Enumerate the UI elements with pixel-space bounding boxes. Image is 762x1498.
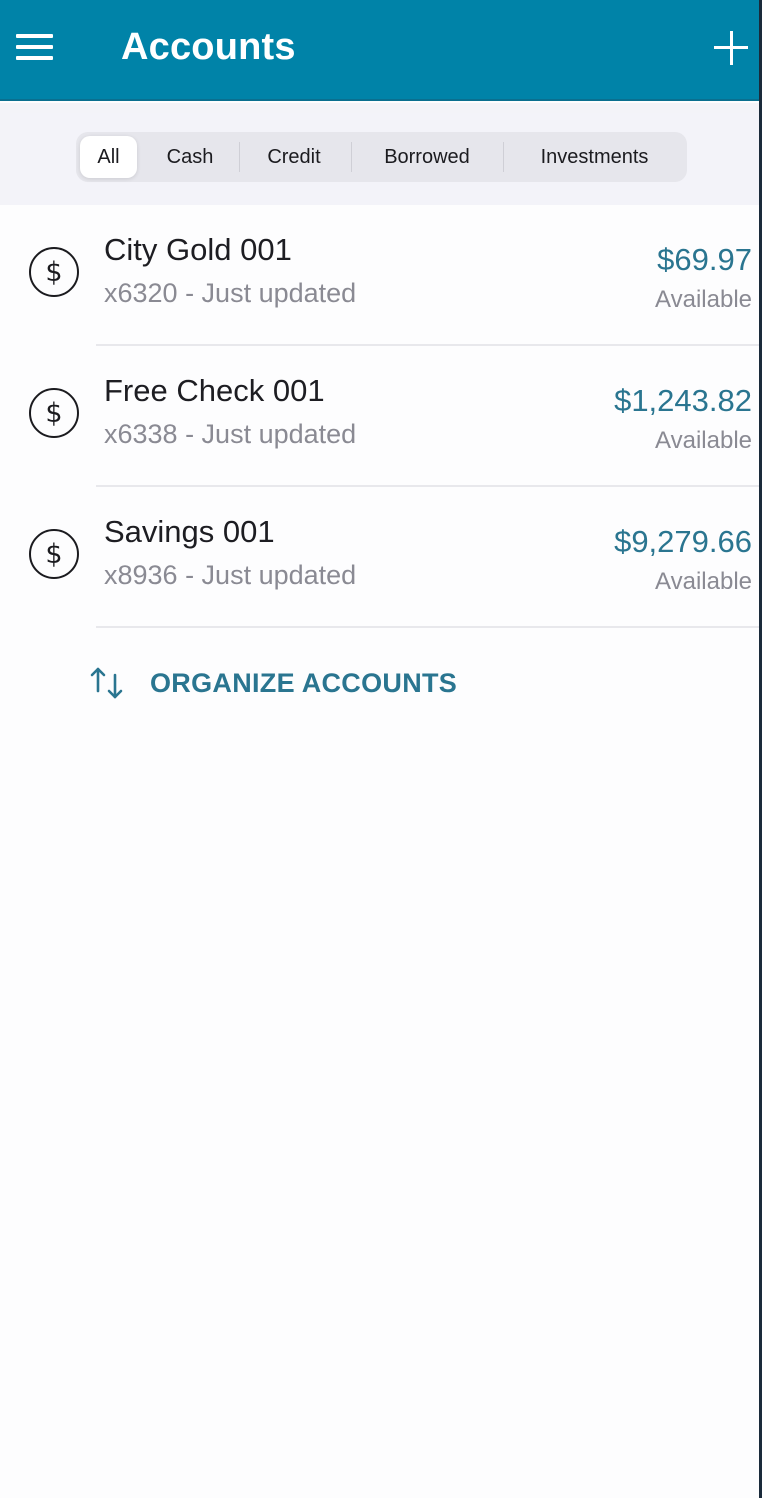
row-divider	[96, 626, 759, 628]
app-screen: Accounts All Cash Credit Borrowed Invest…	[0, 0, 762, 1498]
hamburger-menu-icon[interactable]	[16, 32, 54, 62]
account-row[interactable]: $ Free Check 001 x6338 - Just updated $1…	[0, 346, 759, 487]
account-row[interactable]: $ City Gold 001 x6320 - Just updated $69…	[0, 205, 759, 346]
account-subtitle: x6320 - Just updated	[104, 278, 357, 308]
segment-divider	[239, 142, 240, 172]
balance-label: Available	[655, 568, 752, 595]
segment-divider	[503, 142, 504, 172]
account-name: Free Check 001	[104, 373, 325, 408]
account-subtitle: x8936 - Just updated	[104, 560, 357, 590]
filter-tab-borrowed[interactable]: Borrowed	[354, 132, 500, 182]
dollar-circle-icon: $	[29, 388, 79, 438]
add-account-button[interactable]	[714, 31, 748, 65]
filter-tab-all[interactable]: All	[80, 136, 137, 178]
balance-label: Available	[655, 286, 752, 313]
account-name: Savings 001	[104, 514, 275, 549]
account-name: City Gold 001	[104, 232, 292, 267]
app-bar: Accounts	[0, 0, 759, 101]
account-balance: $69.97	[657, 242, 752, 277]
account-type-filter: All Cash Credit Borrowed Investments	[76, 132, 687, 182]
segment-divider	[351, 142, 352, 172]
account-row[interactable]: $ Savings 001 x8936 - Just updated $9,27…	[0, 487, 759, 628]
dollar-circle-icon: $	[29, 247, 79, 297]
filter-tab-cash[interactable]: Cash	[148, 132, 232, 182]
account-subtitle: x6338 - Just updated	[104, 419, 357, 449]
account-balance: $9,279.66	[614, 524, 752, 559]
organize-accounts-label: ORGANIZE ACCOUNTS	[150, 667, 458, 698]
filter-tab-credit[interactable]: Credit	[242, 132, 346, 182]
page-title: Accounts	[121, 26, 296, 68]
dollar-circle-icon: $	[29, 529, 79, 579]
account-balance: $1,243.82	[614, 383, 752, 418]
balance-label: Available	[655, 427, 752, 454]
sort-arrows-icon	[90, 667, 123, 699]
organize-accounts-button[interactable]: ORGANIZE ACCOUNTS	[88, 663, 457, 703]
filter-tab-investments[interactable]: Investments	[506, 132, 683, 182]
